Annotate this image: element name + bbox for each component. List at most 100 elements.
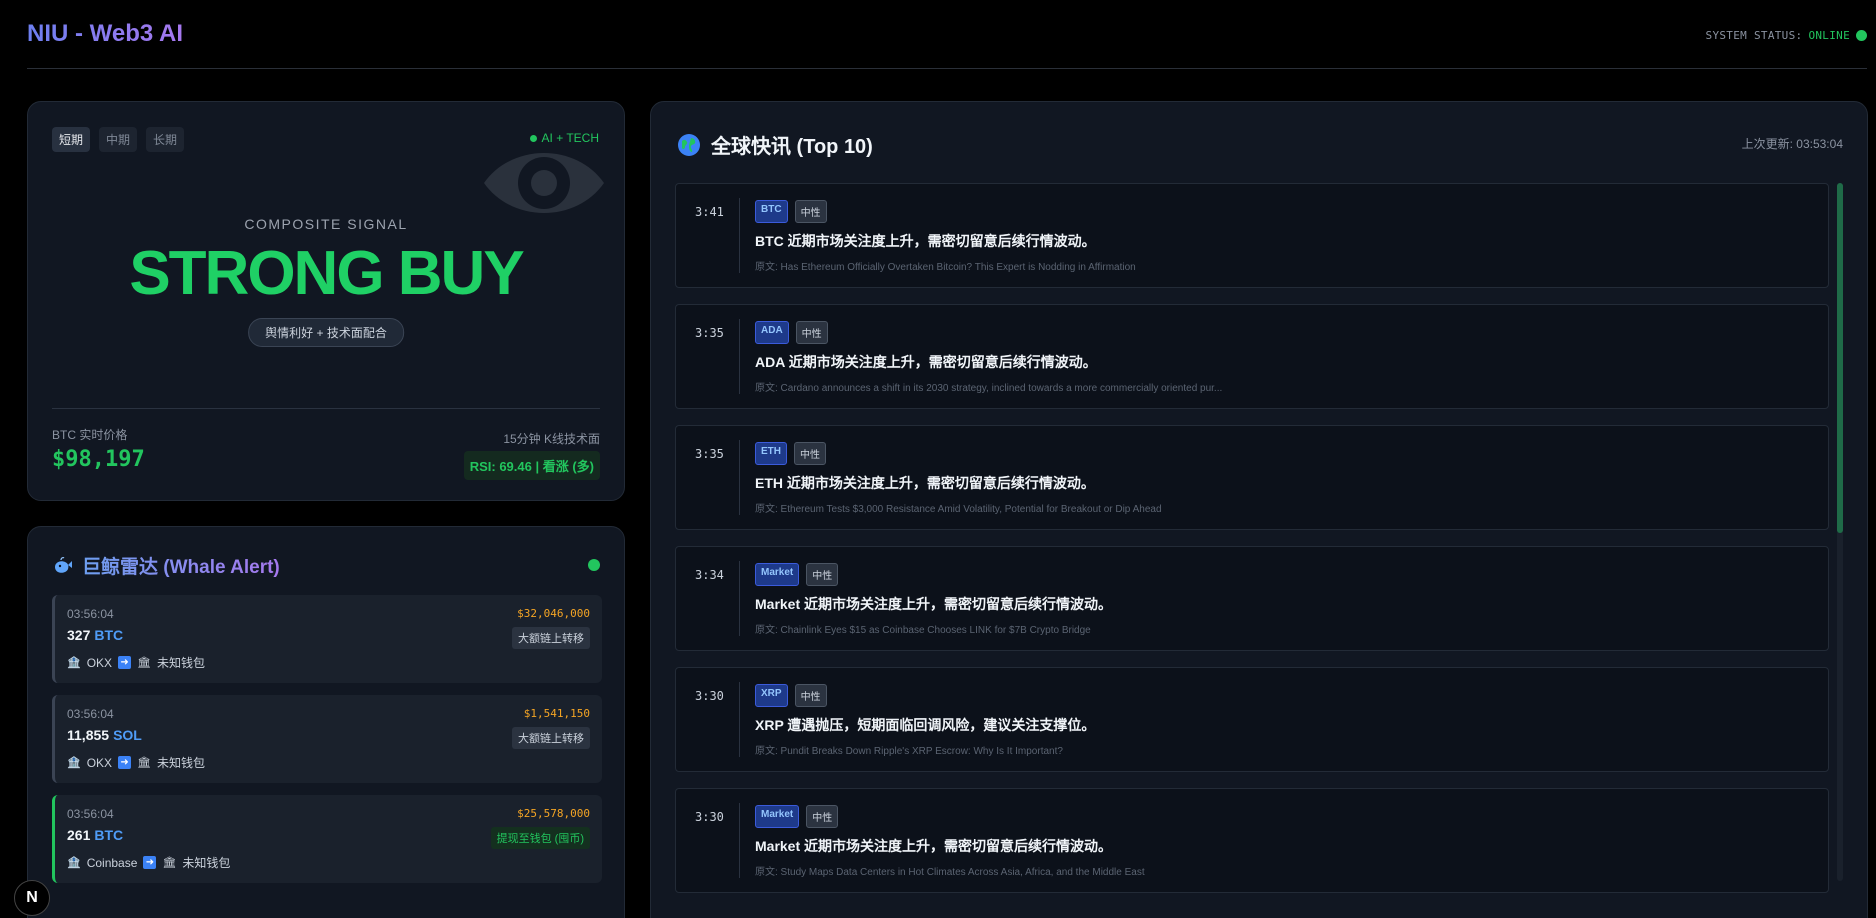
news-headline: XRP 遭遇抛压，短期面临回调风险，建议关注支撑位。 bbox=[755, 717, 1096, 733]
news-symbol-badge: Market bbox=[755, 563, 800, 586]
whale-amount-value: 11,855 bbox=[67, 727, 110, 743]
divider bbox=[739, 198, 740, 273]
news-headline: ADA 近期市场关注度上升，需密切留意后续行情波动。 bbox=[755, 354, 1097, 370]
top-header: NIU - Web3 AI SYSTEM STATUS: ONLINE bbox=[27, 0, 1867, 69]
news-symbol-badge: ETH bbox=[755, 442, 787, 465]
whale-type-badge: 提现至钱包 (囤币) bbox=[490, 827, 590, 849]
news-item[interactable]: 3:35 ETH 中性 ETH 近期市场关注度上升，需密切留意后续行情波动。 原… bbox=[675, 425, 1829, 530]
wallet-icon: 🏛 bbox=[162, 857, 177, 869]
news-item[interactable]: 3:30 Market 中性 Market 近期市场关注度上升，需密切留意后续行… bbox=[675, 788, 1829, 893]
eye-icon bbox=[484, 153, 604, 213]
news-headline: ETH 近期市场关注度上升，需密切留意后续行情波动。 bbox=[755, 475, 1095, 491]
news-tags: Market 中性 bbox=[755, 805, 839, 828]
news-sentiment-badge: 中性 bbox=[806, 805, 839, 828]
whale-to: 未知钱包 bbox=[157, 756, 206, 770]
whale-usd-value: $25,578,000 bbox=[517, 807, 590, 820]
divider bbox=[739, 803, 740, 878]
whale-symbol: SOL bbox=[113, 727, 142, 743]
ai-dot-icon bbox=[529, 134, 537, 142]
news-sentiment-badge: 中性 bbox=[794, 442, 826, 465]
news-item[interactable]: 3:34 Market 中性 Market 近期市场关注度上升，需密切留意后续行… bbox=[675, 546, 1829, 651]
ai-tag-label: AI + TECH bbox=[541, 131, 599, 145]
news-sentiment-badge: 中性 bbox=[794, 200, 827, 223]
wallet-icon: 🏛 bbox=[137, 657, 152, 669]
whale-item[interactable]: 03:56:04 $25,578,000 261 BTC 提现至钱包 (囤币) 🏦… bbox=[52, 795, 602, 883]
news-sentiment-badge: 中性 bbox=[806, 563, 839, 586]
news-time: 3:30 bbox=[695, 810, 724, 824]
whale-time: 03:56:04 bbox=[67, 707, 114, 721]
whale-symbol: BTC bbox=[94, 827, 124, 843]
news-symbol-badge: Market bbox=[755, 805, 800, 828]
whale-route: 🏦 OKX ➜ 🏛 未知钱包 bbox=[67, 654, 205, 671]
tab-short-term[interactable]: 短期 bbox=[52, 127, 91, 152]
status-dot-icon bbox=[1856, 30, 1867, 41]
divider bbox=[739, 440, 740, 515]
signal-card: 短期 中期 长期 AI + TECH COMPOSITE SIGNAL STRO… bbox=[27, 101, 625, 501]
whale-item[interactable]: 03:56:04 $1,541,150 11,855 SOL 大额链上转移 🏦 O… bbox=[52, 695, 602, 783]
ai-tech-tag: AI + TECH bbox=[529, 131, 599, 145]
whale-usd-value: $1,541,150 bbox=[523, 707, 590, 720]
news-tags: Market 中性 bbox=[755, 563, 839, 586]
whale-list: 03:56:04 $32,046,000 327 BTC 大额链上转移 🏦 OKX… bbox=[52, 595, 602, 895]
news-source: 原文: Study Maps Data Centers in Hot Clima… bbox=[755, 867, 1145, 878]
news-card: 全球快讯 (Top 10) 上次更新: 03:53:04 3:41 BTC 中性… bbox=[650, 101, 1868, 918]
news-tags: BTC 中性 bbox=[755, 200, 827, 223]
exchange-icon: 🏦 bbox=[67, 657, 81, 669]
news-symbol-badge: BTC bbox=[755, 200, 788, 223]
news-tags: XRP 中性 bbox=[755, 684, 827, 707]
news-scrollbar[interactable] bbox=[1837, 183, 1843, 881]
divider bbox=[739, 319, 740, 394]
whale-amount-value: 261 bbox=[67, 827, 91, 843]
btc-price: $98,197 bbox=[52, 447, 145, 472]
news-source: 原文: Pundit Breaks Down Ripple's XRP Escr… bbox=[755, 746, 1063, 757]
whale-from: Coinbase bbox=[86, 855, 138, 870]
whale-to: 未知钱包 bbox=[182, 856, 231, 870]
whale-header: 巨鲸雷达 (Whale Alert) bbox=[52, 552, 280, 579]
whale-amount: 261 BTC bbox=[67, 827, 123, 843]
whale-icon bbox=[55, 556, 72, 573]
news-headline: Market 近期市场关注度上升，需密切留意后续行情波动。 bbox=[755, 596, 1113, 612]
whale-alert-card: 巨鲸雷达 (Whale Alert) 03:56:04 $32,046,000 … bbox=[27, 526, 625, 918]
whale-type-badge: 大额链上转移 bbox=[512, 627, 590, 649]
dev-tools-badge[interactable]: N bbox=[14, 880, 50, 916]
news-item[interactable]: 3:30 XRP 中性 XRP 遭遇抛压，短期面临回调风险，建议关注支撑位。 原… bbox=[675, 667, 1829, 772]
news-item[interactable]: 3:35 ADA 中性 ADA 近期市场关注度上升，需密切留意后续行情波动。 原… bbox=[675, 304, 1829, 409]
news-source: 原文: Cardano announces a shift in its 203… bbox=[755, 383, 1223, 394]
whale-item[interactable]: 03:56:04 $32,046,000 327 BTC 大额链上转移 🏦 OKX… bbox=[52, 595, 602, 683]
whale-symbol: BTC bbox=[94, 627, 124, 643]
system-status-label: SYSTEM STATUS: bbox=[1705, 29, 1803, 42]
rsi-badge: RSI: 69.46 | 看涨 (多) bbox=[463, 451, 600, 480]
whale-from: OKX bbox=[86, 655, 113, 670]
whale-amount: 327 BTC bbox=[67, 627, 123, 643]
exchange-icon: 🏦 bbox=[67, 857, 81, 869]
tab-mid-term[interactable]: 中期 bbox=[99, 127, 138, 152]
news-tags: ETH 中性 bbox=[755, 442, 826, 465]
whale-amount: 11,855 SOL bbox=[67, 727, 142, 743]
news-source: 原文: Ethereum Tests $3,000 Resistance Ami… bbox=[755, 504, 1162, 515]
news-list: 3:41 BTC 中性 BTC 近期市场关注度上升，需密切留意后续行情波动。 原… bbox=[675, 183, 1829, 909]
signal-reason-badge: 舆情利好 + 技术面配合 bbox=[248, 318, 404, 347]
news-header: 全球快讯 (Top 10) bbox=[677, 130, 873, 159]
live-indicator-icon bbox=[588, 559, 600, 571]
news-scrollbar-thumb[interactable] bbox=[1837, 183, 1843, 533]
news-updated: 上次更新: 03:53:04 bbox=[1741, 137, 1843, 151]
news-sentiment-badge: 中性 bbox=[795, 321, 828, 344]
news-time: 3:35 bbox=[695, 326, 724, 340]
arrow-right-icon: ➜ bbox=[118, 756, 132, 769]
news-time: 3:41 bbox=[695, 205, 724, 219]
whale-from: OKX bbox=[86, 755, 113, 770]
news-item[interactable]: 3:41 BTC 中性 BTC 近期市场关注度上升，需密切留意后续行情波动。 原… bbox=[675, 183, 1829, 288]
system-status-value: ONLINE bbox=[1808, 29, 1850, 42]
composite-signal-label: COMPOSITE SIGNAL bbox=[244, 216, 408, 232]
news-source: 原文: Chainlink Eyes $15 as Coinbase Choos… bbox=[755, 625, 1091, 636]
whale-time: 03:56:04 bbox=[67, 607, 114, 621]
exchange-icon: 🏦 bbox=[67, 757, 81, 769]
whale-route: 🏦 OKX ➜ 🏛 未知钱包 bbox=[67, 754, 205, 771]
whale-amount-value: 327 bbox=[67, 627, 91, 643]
wallet-icon: 🏛 bbox=[137, 757, 152, 769]
tab-long-term[interactable]: 长期 bbox=[146, 127, 185, 152]
whale-time: 03:56:04 bbox=[67, 807, 114, 821]
news-symbol-badge: ADA bbox=[755, 321, 789, 344]
news-headline: BTC 近期市场关注度上升，需密切留意后续行情波动。 bbox=[755, 233, 1096, 249]
signal-value: STRONG BUY bbox=[129, 239, 524, 308]
